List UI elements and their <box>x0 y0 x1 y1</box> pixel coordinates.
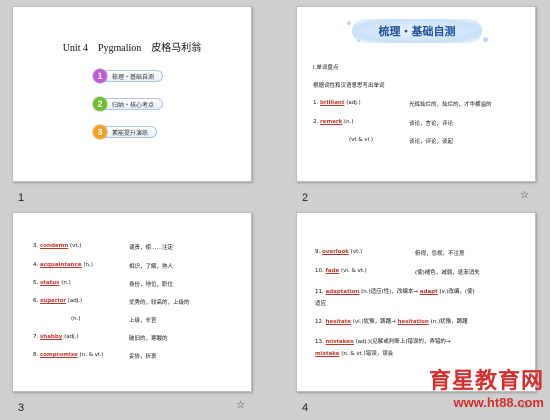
vocab-item: 13. mistaken (adj.)(见解或判断上)错误的，弄错的→ <box>315 339 451 345</box>
vocab-word: adapt <box>419 289 438 295</box>
menu-label: 梳理・基础自测 <box>101 70 164 82</box>
vocab-word: status <box>40 280 60 286</box>
vocab-word: hesitate <box>325 319 352 325</box>
watermark: 育星教育网 www.ht88.com <box>429 363 544 410</box>
vocab-word: fade <box>325 268 340 274</box>
vocab-meaning: 谈论，言论，评论 <box>409 121 454 127</box>
watermark-url: www.ht88.com <box>453 395 544 410</box>
vocab-word: hesitation <box>397 319 429 325</box>
number-badge: 2 <box>93 97 107 111</box>
slide-number-1: 1 <box>18 192 25 204</box>
slide-number-4: 4 <box>302 402 309 414</box>
animation-star-icon[interactable]: ☆ <box>236 400 245 411</box>
vocab-word: compromise <box>40 352 78 358</box>
slide-number-2: 2 <box>302 192 309 204</box>
vocab-meaning: 谈论，评论，谈起 <box>409 139 454 145</box>
vocab-item: 5. status (n.) <box>33 280 71 286</box>
animation-star-icon[interactable]: ☆ <box>520 190 529 201</box>
vocab-item: (n.) <box>71 316 81 322</box>
decor-dot <box>483 37 488 42</box>
vocab-item: 12. hesitate (vi.)犹豫，踌躇→ hesitation (n.)… <box>315 319 468 325</box>
section-header: 梳理・基础自测 <box>352 19 482 43</box>
vocab-item: 2. remark (n.) <box>313 119 354 125</box>
vocab-word: mistake <box>315 351 340 357</box>
vocab-meaning: 优秀的，较高的，上级的 <box>129 300 190 306</box>
vocab-meaning: 谴责，使……注定 <box>129 245 174 251</box>
vocab-word: adaptation <box>325 289 360 295</box>
watermark-title: 育星教育网 <box>428 369 544 394</box>
vocab-item: 1. brilliant (adj.) <box>313 100 361 106</box>
slide-title: Unit 4 Pygmalion 皮格马利翁 <box>62 43 202 54</box>
section-heading: Ⅰ.单词盘点 <box>313 65 339 71</box>
vocab-item: mistake (n. & vt.)错误，误会 <box>315 351 394 357</box>
menu-item-3[interactable]: 3 素能提升演练 <box>93 125 158 139</box>
vocab-word: acquaintance <box>40 262 82 268</box>
decor-dot <box>347 21 351 25</box>
vocab-word: superior <box>40 298 66 304</box>
vocab-meaning: 俯视，忽视，不注意 <box>415 251 465 257</box>
vocab-item: 8. compromise (n. & vi.) <box>33 352 104 358</box>
menu-label: 归纳・核心考点 <box>101 98 164 110</box>
vocab-word: shabby <box>40 334 63 340</box>
vocab-meaning: 上级，长官 <box>129 318 157 324</box>
vocab-meaning: 身份，地位，职位 <box>129 282 174 288</box>
vocab-item: 7. shabby (adj.) <box>33 334 79 340</box>
vocab-item: 4. acquaintance (n.) <box>33 262 93 268</box>
subsection-heading: 根据词性和汉语意思写出单词 <box>313 83 385 89</box>
slide-thumbnail-2[interactable]: 梳理・基础自测 Ⅰ.单词盘点 根据词性和汉语意思写出单词 1. brillian… <box>296 6 536 182</box>
slide-number-3: 3 <box>18 402 25 414</box>
vocab-meaning: 适应 <box>315 301 327 307</box>
vocab-meaning: 妥协，折衷 <box>129 354 157 360</box>
vocab-word: overlook <box>322 249 349 255</box>
vocab-meaning: 光辉灿烂的，灿烂的，才华横溢的 <box>409 102 492 108</box>
vocab-meaning: 相识，了解，熟人 <box>129 264 174 270</box>
vocab-item: 6. superior (adj.) <box>33 298 83 304</box>
vocab-word: mistaken <box>325 339 354 345</box>
vocab-item: 10. fade (vi. & vt.) <box>315 268 367 274</box>
vocab-word: condemn <box>40 243 69 249</box>
vocab-word: remark <box>320 119 343 125</box>
vocab-meaning: (使)褪色，减弱，逐渐消失 <box>415 270 480 276</box>
vocab-item: 11. adaptation (n.)适应(性)，改编本→ adapt (v.)… <box>315 289 475 295</box>
number-badge: 1 <box>93 69 107 83</box>
vocab-item: (vt & vi.) <box>349 137 374 143</box>
vocab-item: 3. condemn (vt.) <box>33 243 82 249</box>
vocab-meaning: 破旧的，寒酸的 <box>129 336 168 342</box>
vocab-item: 9. overlook (vt.) <box>315 249 363 255</box>
slide-thumbnail-3[interactable]: 3. condemn (vt.) 谴责，使……注定 4. acquaintanc… <box>12 212 252 392</box>
menu-label: 素能提升演练 <box>101 126 158 138</box>
vocab-word: brilliant <box>320 100 345 106</box>
number-badge: 3 <box>93 125 107 139</box>
menu-item-2[interactable]: 2 归纳・核心考点 <box>93 97 164 111</box>
menu-item-1[interactable]: 1 梳理・基础自测 <box>93 69 164 83</box>
slide-thumbnail-1[interactable]: Unit 4 Pygmalion 皮格马利翁 1 梳理・基础自测 2 归纳・核心… <box>12 6 252 182</box>
